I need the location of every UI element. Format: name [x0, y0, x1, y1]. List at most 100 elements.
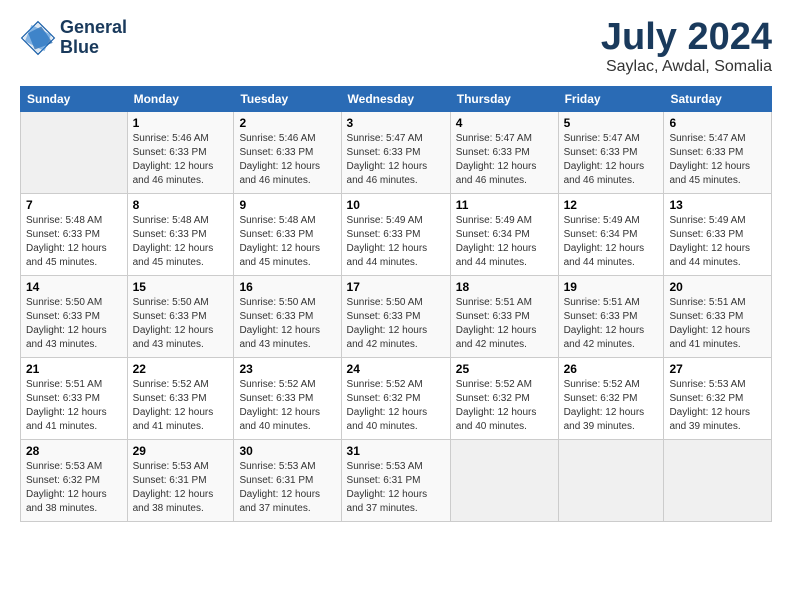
calendar-cell: 15 Sunrise: 5:50 AM Sunset: 6:33 PM Dayli…	[127, 276, 234, 358]
day-number: 9	[239, 198, 335, 212]
day-info: Sunrise: 5:50 AM Sunset: 6:33 PM Dayligh…	[347, 296, 445, 352]
calendar-cell: 6 Sunrise: 5:47 AM Sunset: 6:33 PM Daylig…	[664, 112, 772, 194]
calendar-cell: 18Sunrise: 5:51 AM Sunset: 6:33 PM Dayli…	[450, 276, 558, 358]
calendar-cell: 11 Sunrise: 5:49 AM Sunset: 6:34 PM Dayli…	[450, 194, 558, 276]
day-number: 27	[669, 362, 766, 376]
calendar-cell: 30 Sunrise: 5:53 AM Sunset: 6:31 PM Dayli…	[234, 440, 341, 522]
day-number: 25	[456, 362, 553, 376]
day-info: Sunrise: 5:50 AM Sunset: 6:33 PM Dayligh…	[239, 296, 335, 352]
day-number: 28	[26, 444, 122, 458]
day-number: 4	[456, 116, 553, 130]
calendar-cell	[558, 440, 664, 522]
weekday-header-wednesday: Wednesday	[341, 87, 450, 112]
calendar-cell: 4 Sunrise: 5:47 AM Sunset: 6:33 PM Daylig…	[450, 112, 558, 194]
day-number: 2	[239, 116, 335, 130]
day-info: Sunrise: 5:47 AM Sunset: 6:33 PM Dayligh…	[669, 132, 766, 188]
day-info: Sunrise: 5:53 AM Sunset: 6:31 PM Dayligh…	[239, 460, 335, 516]
weekday-header-tuesday: Tuesday	[234, 87, 341, 112]
calendar-cell: 7Sunrise: 5:48 AM Sunset: 6:33 PM Daylig…	[21, 194, 128, 276]
day-info: Sunrise: 5:53 AM Sunset: 6:32 PM Dayligh…	[26, 460, 122, 516]
day-number: 6	[669, 116, 766, 130]
day-info: Sunrise: 5:50 AM Sunset: 6:33 PM Dayligh…	[133, 296, 229, 352]
day-number: 19	[564, 280, 659, 294]
month-title: July 2024	[601, 18, 772, 56]
calendar-cell: 1 Sunrise: 5:46 AM Sunset: 6:33 PM Daylig…	[127, 112, 234, 194]
calendar-cell: 26 Sunrise: 5:52 AM Sunset: 6:32 PM Dayli…	[558, 358, 664, 440]
day-number: 13	[669, 198, 766, 212]
day-number: 21	[26, 362, 122, 376]
day-info: Sunrise: 5:49 AM Sunset: 6:33 PM Dayligh…	[347, 214, 445, 270]
day-number: 22	[133, 362, 229, 376]
day-number: 11	[456, 198, 553, 212]
calendar-cell: 9 Sunrise: 5:48 AM Sunset: 6:33 PM Daylig…	[234, 194, 341, 276]
day-info: Sunrise: 5:52 AM Sunset: 6:32 PM Dayligh…	[456, 378, 553, 434]
day-info: Sunrise: 5:52 AM Sunset: 6:32 PM Dayligh…	[564, 378, 659, 434]
day-number: 29	[133, 444, 229, 458]
title-block: July 2024 Saylac, Awdal, Somalia	[601, 18, 772, 76]
calendar-cell	[664, 440, 772, 522]
day-number: 17	[347, 280, 445, 294]
calendar-cell: 25 Sunrise: 5:52 AM Sunset: 6:32 PM Dayli…	[450, 358, 558, 440]
day-info: Sunrise: 5:51 AM Sunset: 6:33 PM Dayligh…	[456, 296, 553, 352]
logo-icon	[20, 20, 56, 56]
day-info: Sunrise: 5:53 AM Sunset: 6:32 PM Dayligh…	[669, 378, 766, 434]
calendar-cell: 12Sunrise: 5:49 AM Sunset: 6:34 PM Dayli…	[558, 194, 664, 276]
day-info: Sunrise: 5:48 AM Sunset: 6:33 PM Dayligh…	[239, 214, 335, 270]
calendar-week-4: 21 Sunrise: 5:51 AM Sunset: 6:33 PM Dayli…	[21, 358, 772, 440]
calendar-cell: 21 Sunrise: 5:51 AM Sunset: 6:33 PM Dayli…	[21, 358, 128, 440]
calendar-cell: 5Sunrise: 5:47 AM Sunset: 6:33 PM Daylig…	[558, 112, 664, 194]
day-info: Sunrise: 5:51 AM Sunset: 6:33 PM Dayligh…	[564, 296, 659, 352]
calendar-cell: 31 Sunrise: 5:53 AM Sunset: 6:31 PM Dayli…	[341, 440, 450, 522]
calendar-cell: 14Sunrise: 5:50 AM Sunset: 6:33 PM Dayli…	[21, 276, 128, 358]
weekday-header-monday: Monday	[127, 87, 234, 112]
day-info: Sunrise: 5:47 AM Sunset: 6:33 PM Dayligh…	[564, 132, 659, 188]
day-number: 31	[347, 444, 445, 458]
calendar-cell: 28 Sunrise: 5:53 AM Sunset: 6:32 PM Dayli…	[21, 440, 128, 522]
weekday-header-thursday: Thursday	[450, 87, 558, 112]
day-info: Sunrise: 5:52 AM Sunset: 6:32 PM Dayligh…	[347, 378, 445, 434]
calendar-header: SundayMondayTuesdayWednesdayThursdayFrid…	[21, 87, 772, 112]
day-info: Sunrise: 5:47 AM Sunset: 6:33 PM Dayligh…	[347, 132, 445, 188]
calendar-cell: 13 Sunrise: 5:49 AM Sunset: 6:33 PM Dayli…	[664, 194, 772, 276]
day-info: Sunrise: 5:49 AM Sunset: 6:34 PM Dayligh…	[564, 214, 659, 270]
calendar-cell: 24 Sunrise: 5:52 AM Sunset: 6:32 PM Dayli…	[341, 358, 450, 440]
calendar-cell: 23Sunrise: 5:52 AM Sunset: 6:33 PM Dayli…	[234, 358, 341, 440]
weekday-header-friday: Friday	[558, 87, 664, 112]
day-info: Sunrise: 5:50 AM Sunset: 6:33 PM Dayligh…	[26, 296, 122, 352]
calendar-cell: 10 Sunrise: 5:49 AM Sunset: 6:33 PM Dayli…	[341, 194, 450, 276]
day-info: Sunrise: 5:53 AM Sunset: 6:31 PM Dayligh…	[347, 460, 445, 516]
calendar-cell: 16Sunrise: 5:50 AM Sunset: 6:33 PM Dayli…	[234, 276, 341, 358]
day-number: 10	[347, 198, 445, 212]
day-number: 15	[133, 280, 229, 294]
day-info: Sunrise: 5:48 AM Sunset: 6:33 PM Dayligh…	[26, 214, 122, 270]
day-number: 1	[133, 116, 229, 130]
calendar-cell: 27 Sunrise: 5:53 AM Sunset: 6:32 PM Dayli…	[664, 358, 772, 440]
day-info: Sunrise: 5:46 AM Sunset: 6:33 PM Dayligh…	[133, 132, 229, 188]
logo-text: General Blue	[60, 18, 127, 58]
calendar-cell: 19 Sunrise: 5:51 AM Sunset: 6:33 PM Dayli…	[558, 276, 664, 358]
calendar-cell	[21, 112, 128, 194]
day-info: Sunrise: 5:46 AM Sunset: 6:33 PM Dayligh…	[239, 132, 335, 188]
calendar-table: SundayMondayTuesdayWednesdayThursdayFrid…	[20, 86, 772, 522]
day-number: 3	[347, 116, 445, 130]
day-number: 24	[347, 362, 445, 376]
day-number: 26	[564, 362, 659, 376]
weekday-header-sunday: Sunday	[21, 87, 128, 112]
calendar-cell: 17 Sunrise: 5:50 AM Sunset: 6:33 PM Dayli…	[341, 276, 450, 358]
calendar-week-2: 7Sunrise: 5:48 AM Sunset: 6:33 PM Daylig…	[21, 194, 772, 276]
calendar-cell: 2 Sunrise: 5:46 AM Sunset: 6:33 PM Daylig…	[234, 112, 341, 194]
calendar-cell: 3 Sunrise: 5:47 AM Sunset: 6:33 PM Daylig…	[341, 112, 450, 194]
day-info: Sunrise: 5:52 AM Sunset: 6:33 PM Dayligh…	[239, 378, 335, 434]
location: Saylac, Awdal, Somalia	[601, 58, 772, 76]
day-info: Sunrise: 5:49 AM Sunset: 6:34 PM Dayligh…	[456, 214, 553, 270]
calendar-week-3: 14Sunrise: 5:50 AM Sunset: 6:33 PM Dayli…	[21, 276, 772, 358]
day-info: Sunrise: 5:53 AM Sunset: 6:31 PM Dayligh…	[133, 460, 229, 516]
calendar-cell: 20Sunrise: 5:51 AM Sunset: 6:33 PM Dayli…	[664, 276, 772, 358]
day-info: Sunrise: 5:47 AM Sunset: 6:33 PM Dayligh…	[456, 132, 553, 188]
day-info: Sunrise: 5:51 AM Sunset: 6:33 PM Dayligh…	[26, 378, 122, 434]
day-info: Sunrise: 5:49 AM Sunset: 6:33 PM Dayligh…	[669, 214, 766, 270]
day-info: Sunrise: 5:52 AM Sunset: 6:33 PM Dayligh…	[133, 378, 229, 434]
calendar-cell: 22 Sunrise: 5:52 AM Sunset: 6:33 PM Dayli…	[127, 358, 234, 440]
day-info: Sunrise: 5:48 AM Sunset: 6:33 PM Dayligh…	[133, 214, 229, 270]
day-number: 30	[239, 444, 335, 458]
